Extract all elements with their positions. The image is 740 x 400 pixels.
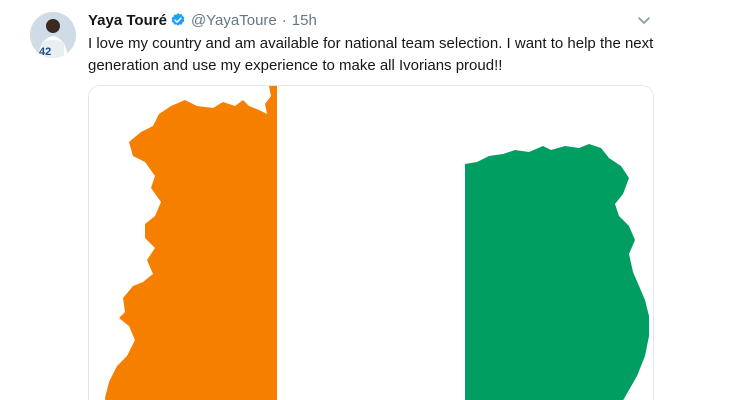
avatar[interactable]: 42 (30, 12, 76, 58)
tweet-text: I love my country and am available for n… (88, 35, 654, 74)
display-name[interactable]: Yaya Touré (88, 12, 167, 29)
verified-badge-icon (170, 12, 186, 28)
avatar-image: 42 (30, 12, 76, 58)
avatar-number: 42 (39, 46, 51, 58)
ivory-coast-map-image (89, 86, 653, 400)
separator-dot: · (281, 11, 287, 29)
tweet[interactable]: 42 Yaya Touré @YayaToure · 15h I love my… (0, 0, 740, 400)
chevron-down-icon[interactable] (636, 12, 652, 28)
tweet-media[interactable] (88, 85, 654, 400)
tweet-header: Yaya Touré @YayaToure · 15h (88, 9, 317, 31)
user-handle[interactable]: @YayaToure (191, 12, 277, 29)
tweet-timestamp[interactable]: 15h (292, 12, 317, 29)
map-green-region (465, 144, 649, 400)
